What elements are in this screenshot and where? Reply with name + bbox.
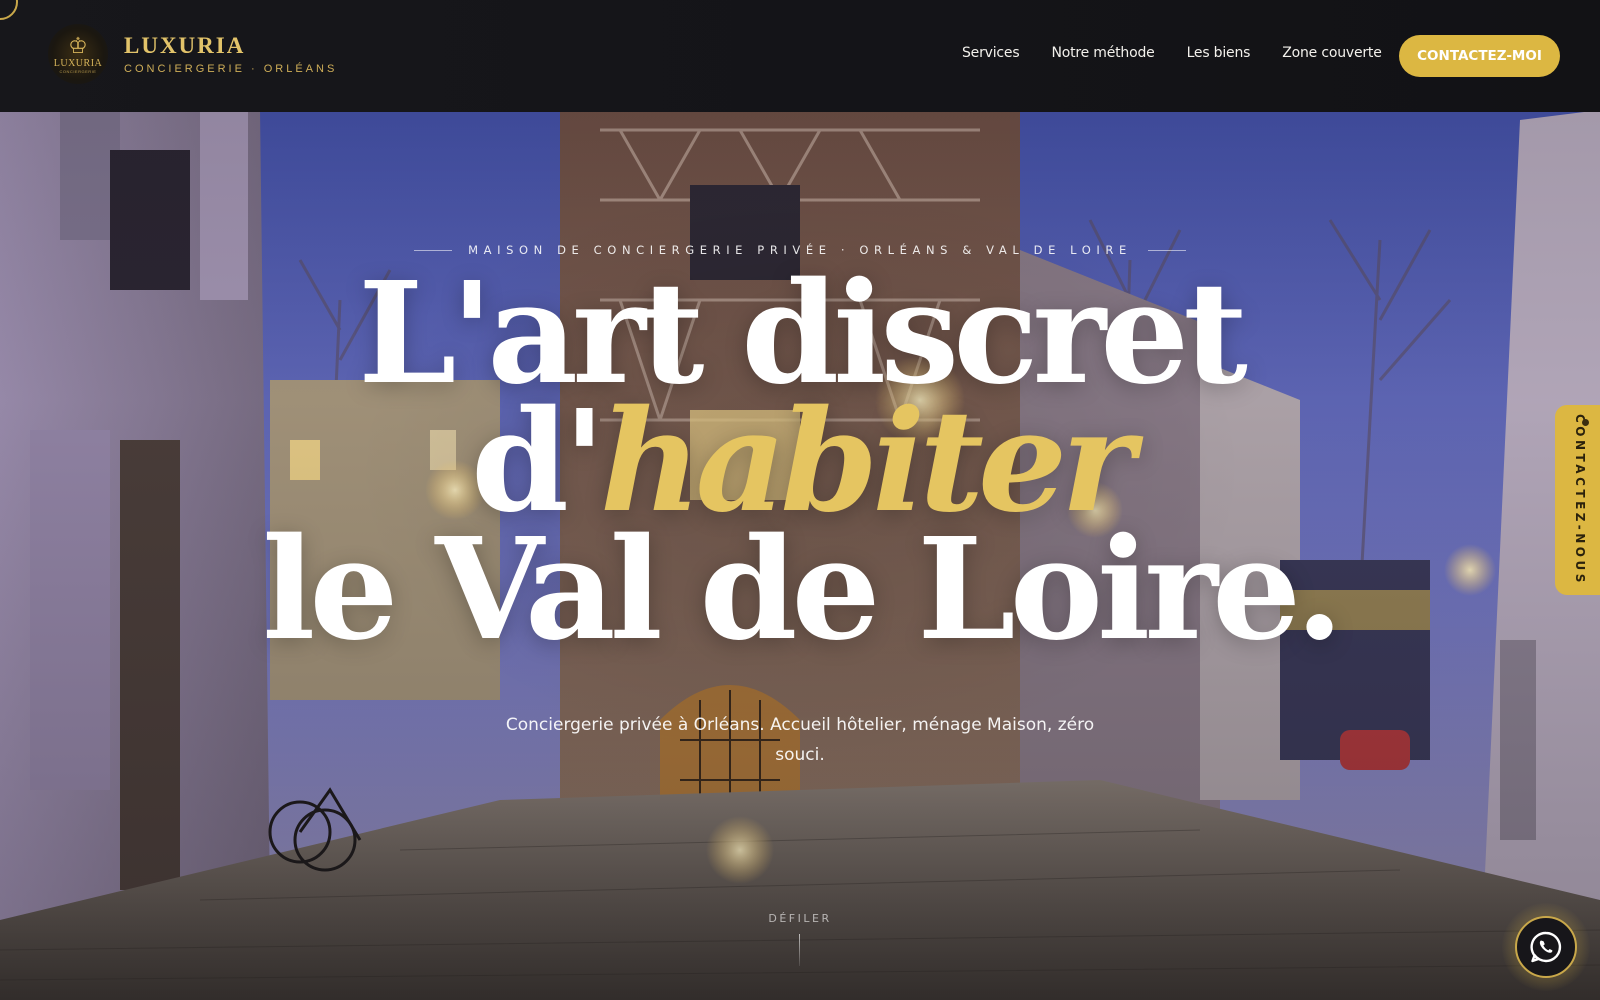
scroll-indicator-line: [799, 934, 800, 966]
brand-tagline: CONCIERGERIE · ORLÉANS: [124, 63, 338, 75]
eyebrow-line-left: [414, 249, 453, 251]
emblem-subtext: CONCIERGERIE: [59, 68, 97, 74]
headline-line-3: le Val de Loire.: [262, 508, 1344, 672]
contact-me-button[interactable]: CONTACTEZ-MOI: [1399, 35, 1560, 77]
side-tab-label: CONTACTEZ-NOUS: [1573, 414, 1587, 586]
hero-headline: L'art discret d'habiter le Val de Loire.: [0, 252, 1600, 672]
nav-item-les-biens[interactable]: Les biens: [1187, 45, 1251, 61]
emblem-text: LUXURIA: [53, 57, 103, 69]
headline-line-2: d'habiter: [0, 392, 1600, 532]
headline-line-1: L'art discret: [358, 252, 1248, 416]
scroll-indicator-label[interactable]: DÉFILER: [700, 912, 900, 925]
brand-text: LUXURIA CONCIERGERIE · ORLÉANS: [124, 33, 337, 75]
status-dot-icon: [1582, 419, 1589, 426]
eyebrow-line-right: [1147, 249, 1186, 251]
site-header: ♔ LUXURIA CONCIERGERIE LUXURIA CONCIERGE…: [0, 0, 1600, 112]
whatsapp-button[interactable]: [1515, 916, 1577, 978]
nav-item-services[interactable]: Services: [962, 45, 1020, 61]
whatsapp-icon: [1530, 931, 1562, 963]
brand-logo[interactable]: ♔ LUXURIA CONCIERGERIE LUXURIA CONCIERGE…: [48, 24, 337, 84]
contact-us-side-tab[interactable]: CONTACTEZ-NOUS: [1555, 405, 1600, 595]
corner-ring-icon: [0, 0, 18, 20]
hero-subtitle: Conciergerie privée à Orléans. Accueil h…: [505, 715, 1095, 765]
nav-item-zone-couverte[interactable]: Zone couverte: [1282, 45, 1382, 61]
crest-emblem: ♔ LUXURIA CONCIERGERIE: [48, 24, 108, 84]
main-nav: Services Notre méthode Les biens Zone co…: [962, 45, 1414, 61]
nav-item-notre-methode[interactable]: Notre méthode: [1051, 45, 1154, 61]
crown-icon: ♔: [68, 32, 88, 58]
brand-name: LUXURIA: [124, 33, 246, 58]
